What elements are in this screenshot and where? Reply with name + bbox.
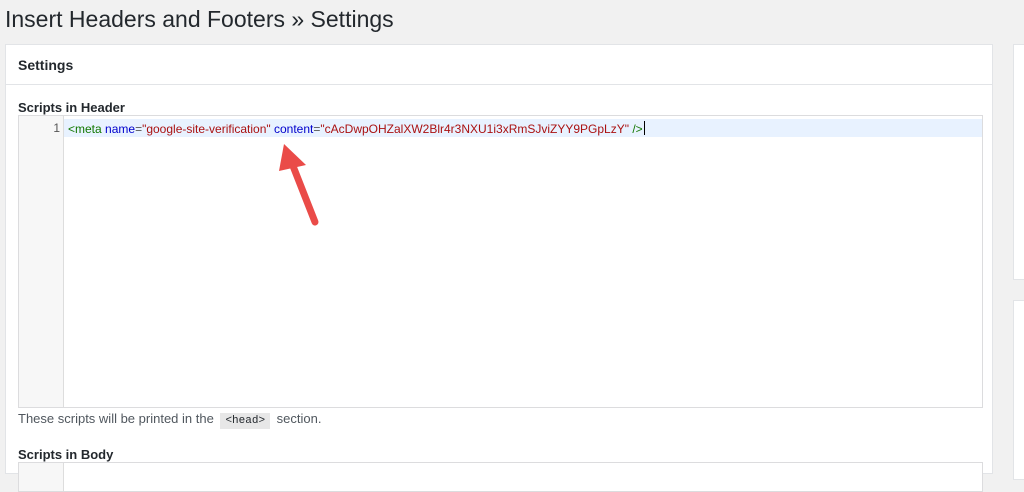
code-value-content: "cAcDwpOHZalXW2Blr4r3NXU1i3xRmSJviZYY9PG… — [320, 122, 629, 136]
code-value-name: "google-site-verification" — [142, 122, 271, 136]
code-line[interactable]: <meta name="google-site-verification" co… — [68, 121, 645, 136]
code-attr-name: name — [105, 122, 136, 136]
help-text-before: These scripts will be printed in the — [18, 411, 214, 426]
code-attr-content: content — [274, 122, 314, 136]
scripts-in-body-label: Scripts in Body — [18, 447, 114, 462]
code-tag-open: <meta — [68, 122, 102, 136]
code-tag-close: /> — [632, 122, 643, 136]
text-cursor — [643, 121, 645, 135]
line-number: 1 — [53, 121, 60, 135]
red-arrow-icon — [279, 144, 319, 226]
scripts-in-header-label: Scripts in Header — [18, 100, 125, 115]
editor-gutter-body — [19, 463, 64, 491]
head-tag-code: <head> — [220, 413, 271, 429]
help-text-after: section. — [276, 411, 322, 426]
sidebar-box-top — [1013, 44, 1024, 280]
header-scripts-editor[interactable]: 1 <meta name="google-site-verification" … — [18, 115, 983, 408]
editor-gutter: 1 — [19, 116, 64, 407]
page-title: Insert Headers and Footers » Settings — [5, 6, 394, 32]
body-scripts-editor[interactable] — [18, 462, 983, 492]
panel-title: Settings — [6, 45, 992, 85]
settings-panel: Settings Scripts in Header 1 <meta name=… — [5, 44, 993, 492]
header-help-text: These scripts will be printed in the <he… — [18, 411, 322, 429]
sidebar-box-bottom — [1013, 300, 1024, 480]
